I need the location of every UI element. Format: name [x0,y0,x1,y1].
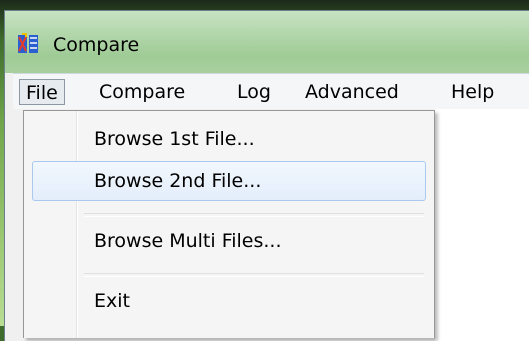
menu-item-browse-2nd-file[interactable]: Browse 2nd File... [32,161,426,201]
menu-advanced[interactable]: Advanced [299,79,405,105]
menu-item-exit[interactable]: Exit [32,281,426,321]
menu-item-browse-multi-files[interactable]: Browse Multi Files... [32,221,426,261]
menu-item-label: Browse 2nd File... [94,170,262,192]
file-menu-dropdown: Browse 1st File... Browse 2nd File... Br… [23,110,435,338]
menu-file[interactable]: File [19,79,65,105]
compare-app-icon [18,33,38,53]
menu-separator [84,273,424,277]
menu-separator [84,213,424,217]
menu-compare[interactable]: Compare [93,79,191,105]
app-window: Compare File Compare Log Advanced Help B… [4,10,529,341]
window-title: Compare [53,34,140,56]
menu-help[interactable]: Help [445,79,500,105]
menu-item-label: Exit [94,290,130,312]
menu-item-label: Browse Multi Files... [94,230,282,252]
title-bar[interactable]: Compare [5,11,529,73]
client-area [435,109,529,341]
menu-bar: File Compare Log Advanced Help [13,73,529,110]
menu-log[interactable]: Log [231,79,277,105]
menu-item-browse-1st-file[interactable]: Browse 1st File... [32,119,426,159]
menu-item-label: Browse 1st File... [94,128,255,150]
